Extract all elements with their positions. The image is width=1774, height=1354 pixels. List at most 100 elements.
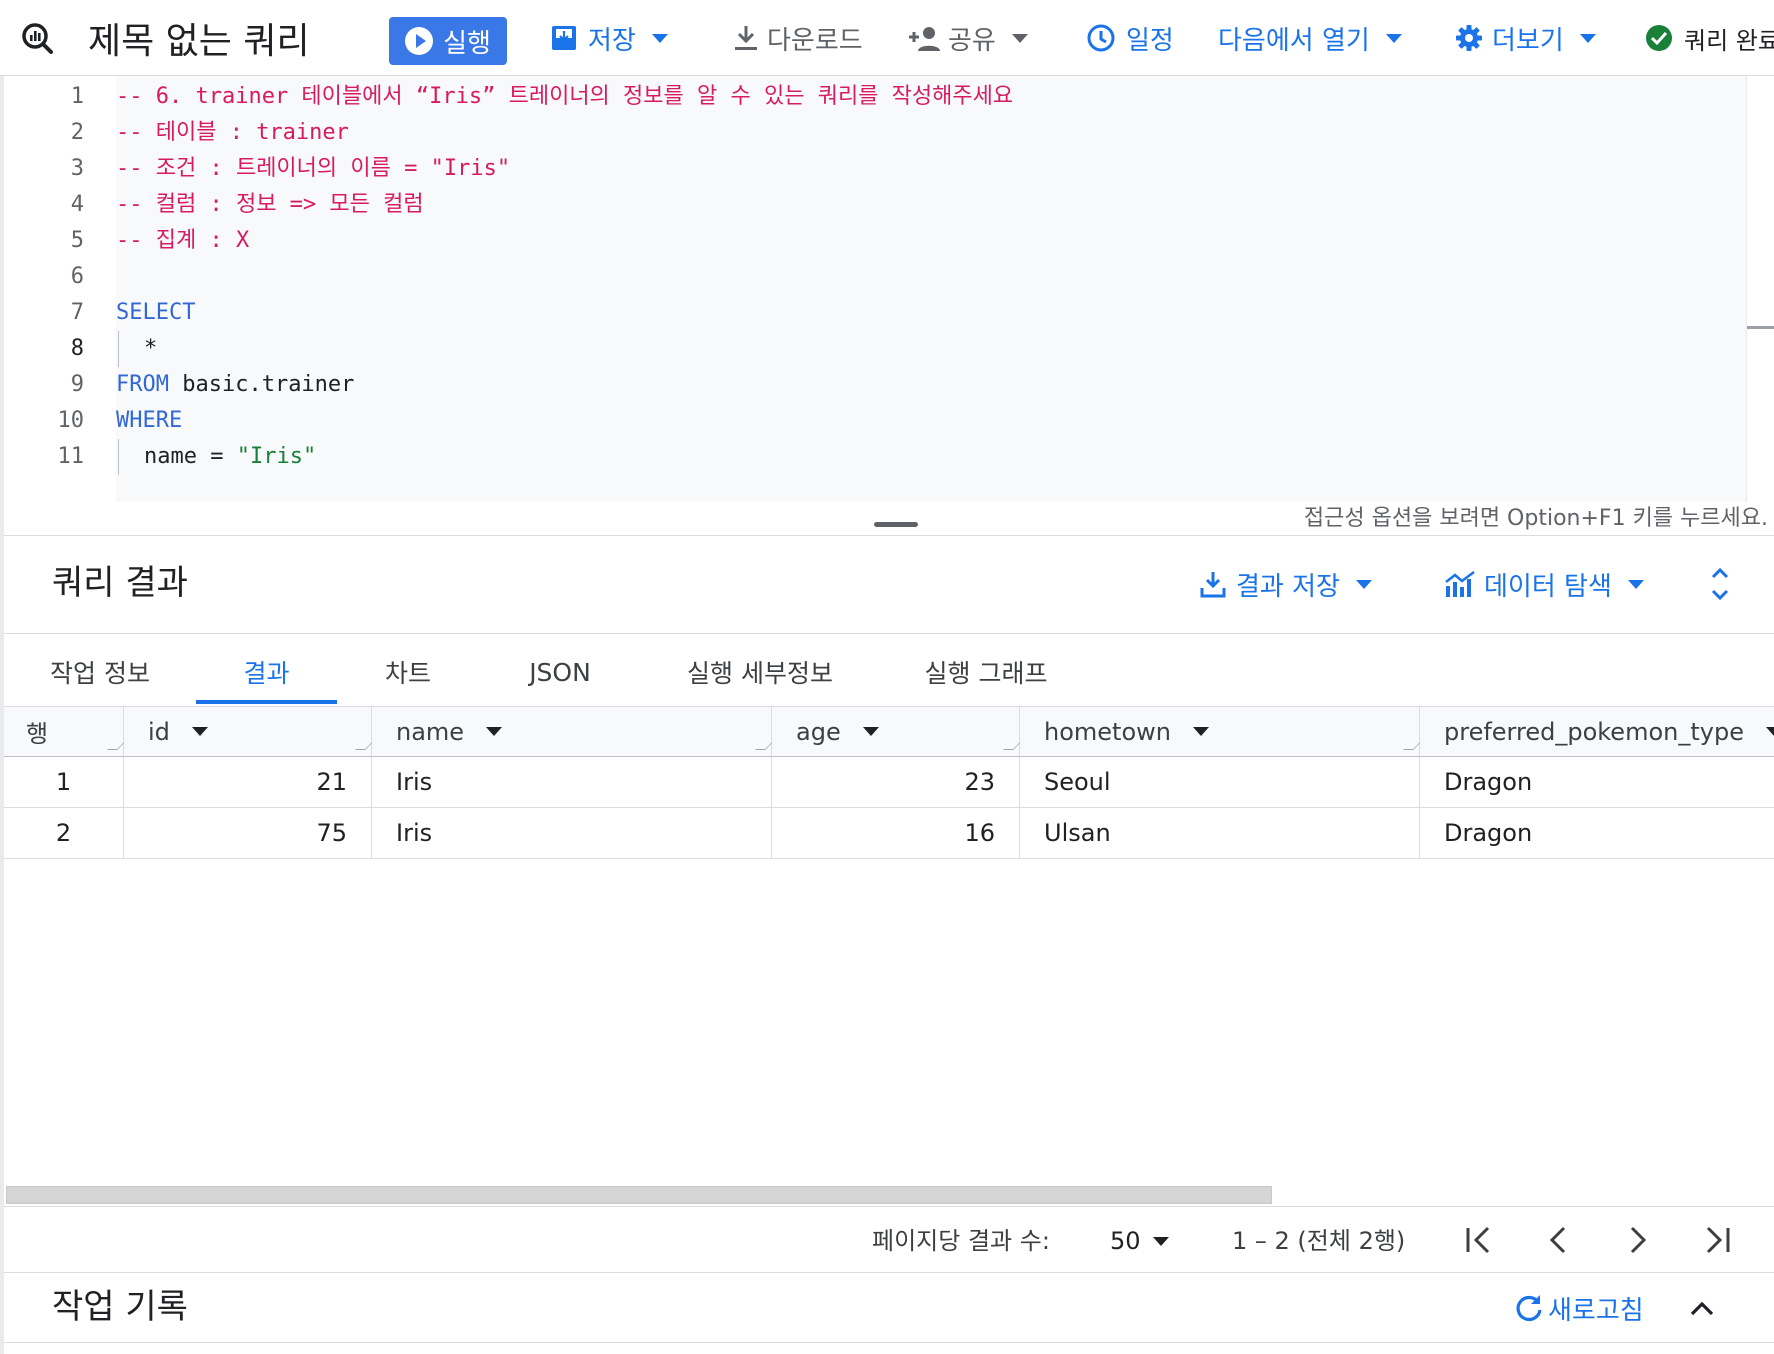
cell-hometown[interactable]: Seoul: [1020, 757, 1420, 808]
expand-icon[interactable]: [1708, 564, 1732, 604]
check-circle-icon: [1646, 25, 1672, 51]
chevron-down-icon: [651, 33, 668, 43]
refresh-button[interactable]: 새로고침: [1514, 1288, 1644, 1328]
results-per-page-value: 50: [1110, 1227, 1141, 1255]
chevron-down-icon: [1385, 33, 1402, 43]
line-number: 3: [70, 156, 84, 181]
share-button[interactable]: 공유: [906, 0, 1028, 76]
cell-age[interactable]: 23: [772, 757, 1020, 808]
row-number: 2: [4, 808, 124, 859]
download-button-label: 다운로드: [767, 25, 863, 56]
query-title[interactable]: 제목 없는 쿼리: [88, 0, 310, 76]
cell-id[interactable]: 21: [124, 757, 372, 808]
cell-name[interactable]: Iris: [372, 757, 772, 808]
chart-icon: [1445, 571, 1475, 597]
line-number: 4: [70, 192, 84, 217]
column-header-label: age: [796, 717, 841, 746]
code-from-clause: FROM basic.trainer: [116, 367, 354, 403]
chevron-right-icon[interactable]: [1618, 1220, 1658, 1260]
tab-execution-graph[interactable]: 실행 그래프: [906, 640, 1066, 704]
code-comment: -- 테이블 : trainer: [116, 120, 349, 145]
cell-age[interactable]: 16: [772, 808, 1020, 859]
first-page-icon[interactable]: [1458, 1220, 1498, 1260]
open-in-button-label: 다음에서 열기: [1218, 25, 1370, 56]
chevron-down-icon: [1011, 33, 1028, 43]
save-icon: [552, 26, 576, 50]
run-button-label: 실행: [443, 28, 491, 59]
left-panel-edge: [0, 76, 4, 1354]
cell-hometown[interactable]: Ulsan: [1020, 808, 1420, 859]
last-page-icon[interactable]: [1698, 1220, 1738, 1260]
sort-menu-icon[interactable]: [1192, 727, 1209, 736]
chevron-up-icon[interactable]: [1688, 1296, 1716, 1320]
tab-job-info[interactable]: 작업 정보: [26, 640, 174, 704]
cell-name[interactable]: Iris: [372, 808, 772, 859]
line-number: 1: [70, 84, 84, 109]
pane-resize-handle[interactable]: [874, 522, 918, 527]
line-number: 10: [57, 408, 85, 433]
tab-json[interactable]: JSON: [500, 640, 620, 704]
save-results-label: 결과 저장: [1236, 571, 1340, 602]
save-button[interactable]: 저장: [550, 0, 668, 76]
job-history-bottom-border: [0, 1342, 1774, 1343]
footer-divider: [0, 1272, 1774, 1273]
schedule-button[interactable]: 일정: [1086, 0, 1174, 76]
column-header-label: preferred_pokemon_type: [1444, 717, 1744, 746]
column-header-name[interactable]: name: [372, 707, 775, 757]
indent-guide: [118, 439, 119, 475]
tab-results[interactable]: 결과: [196, 640, 337, 704]
code-keyword-select: SELECT: [116, 300, 196, 325]
sort-menu-icon[interactable]: [486, 727, 503, 736]
refresh-icon: [1516, 1295, 1542, 1322]
code-area[interactable]: [116, 76, 1746, 502]
column-header-id[interactable]: id: [124, 707, 375, 757]
code-table-name: basic.trainer: [168, 372, 355, 397]
column-header-preferred-pokemon-type[interactable]: preferred_pokemon_type: [1420, 707, 1774, 757]
line-number: 11: [57, 444, 85, 469]
line-number: 7: [70, 300, 84, 325]
code-select-list: *: [144, 336, 158, 361]
tab-execution-details[interactable]: 실행 세부정보: [672, 640, 848, 704]
chevron-left-icon[interactable]: [1538, 1220, 1578, 1260]
sort-menu-icon[interactable]: [1765, 727, 1774, 736]
query-status: 쿼리 완료: [1644, 0, 1774, 76]
chevron-down-icon: [1152, 1236, 1169, 1246]
column-header-row: 행: [4, 707, 127, 757]
line-number: 5: [70, 228, 84, 253]
save-results-button[interactable]: 결과 저장: [1200, 564, 1372, 604]
code-where-condition: name = "Iris": [144, 439, 316, 475]
row-number: 1: [4, 757, 124, 808]
download-icon: [735, 26, 757, 50]
save-button-label: 저장: [588, 25, 636, 56]
gear-icon: [1456, 25, 1482, 51]
query-toolbar: 제목 없는 쿼리 실행 저장 다운로드 공유 일정 다음에서 열기 더보기 쿼리…: [0, 0, 1774, 76]
open-in-button[interactable]: 다음에서 열기: [1218, 0, 1402, 76]
more-button-label: 더보기: [1492, 25, 1564, 56]
horizontal-scrollbar-thumb[interactable]: [6, 1186, 1272, 1204]
results-per-page-select[interactable]: 50: [1110, 1216, 1169, 1266]
explore-data-button[interactable]: 데이터 탐색: [1444, 564, 1644, 604]
cell-id[interactable]: 75: [124, 808, 372, 859]
tab-chart[interactable]: 차트: [356, 640, 460, 704]
job-history-title: 작업 기록: [52, 1287, 188, 1327]
cell-preferred-pokemon-type[interactable]: Dragon: [1420, 808, 1774, 859]
column-header-hometown[interactable]: hometown: [1020, 707, 1423, 757]
more-button[interactable]: 더보기: [1454, 0, 1596, 76]
page-range: 1 – 2 (전체 2행): [1232, 1227, 1406, 1255]
sql-editor[interactable]: 1 2 3 4 5 6 7 8 9 10 11 -- 6. trainer 테이…: [0, 76, 1774, 502]
code-comment: -- 집계 : X: [116, 228, 250, 253]
cell-preferred-pokemon-type[interactable]: Dragon: [1420, 757, 1774, 808]
code-string-literal: "Iris": [236, 444, 317, 469]
code-keyword-from: FROM: [116, 372, 169, 397]
column-header-age[interactable]: age: [772, 707, 1023, 757]
play-icon: [405, 27, 434, 55]
sort-menu-icon[interactable]: [862, 727, 879, 736]
download-button[interactable]: 다운로드: [733, 0, 863, 76]
editor-overview-ruler: [1746, 76, 1747, 502]
refresh-button-label: 새로고침: [1548, 1295, 1644, 1326]
code-keyword-where: WHERE: [116, 408, 183, 433]
person-add-icon: [909, 27, 940, 51]
column-header-label: hometown: [1044, 717, 1171, 746]
sort-menu-icon[interactable]: [191, 727, 208, 736]
run-button[interactable]: 실행: [389, 17, 507, 65]
